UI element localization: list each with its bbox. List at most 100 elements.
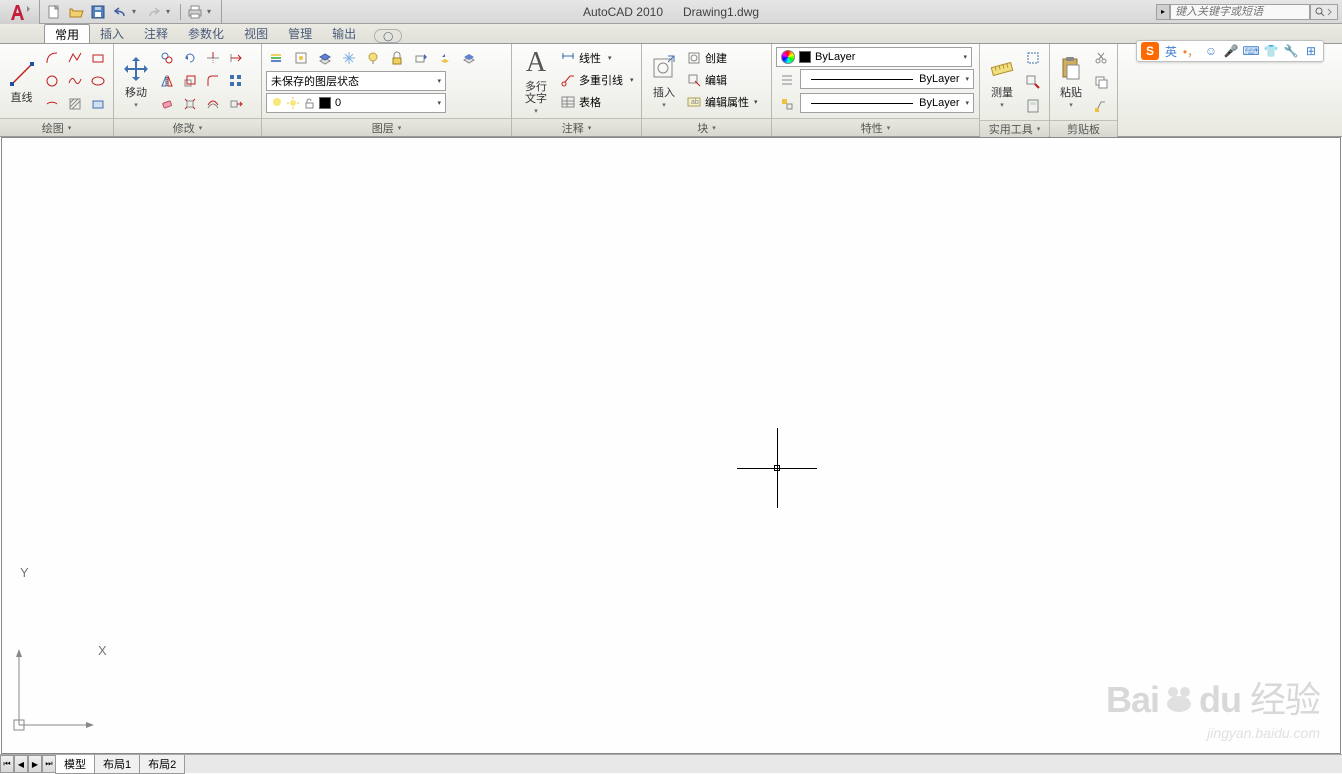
dim-linear-button[interactable]: 线性▾ (558, 47, 636, 69)
trim-icon[interactable] (202, 47, 224, 69)
fillet-icon[interactable] (202, 70, 224, 92)
sheet-tab-layout2[interactable]: 布局2 (139, 755, 185, 774)
qat-redo-icon[interactable] (144, 3, 164, 21)
panel-draw-expand[interactable]: ▾ (68, 124, 72, 132)
layer-lock-icon[interactable] (386, 47, 408, 69)
ime-keyboard-icon[interactable]: ⌨ (1243, 43, 1259, 59)
select-icon[interactable] (1022, 47, 1044, 69)
layer-match-icon[interactable] (410, 47, 432, 69)
ime-punct[interactable]: •， (1183, 43, 1199, 59)
tab-insert[interactable]: 插入 (90, 24, 134, 43)
panel-annotate-expand[interactable]: ▾ (588, 124, 592, 132)
rectangle-icon[interactable] (87, 47, 109, 69)
region-icon[interactable] (87, 93, 109, 115)
panel-layer-expand[interactable]: ▾ (398, 124, 402, 132)
erase-icon[interactable] (156, 93, 178, 115)
list-icon[interactable] (776, 69, 798, 91)
line-button[interactable]: 直线 (4, 47, 39, 115)
rotate-icon[interactable] (179, 47, 201, 69)
tab-output[interactable]: 输出 (322, 24, 366, 43)
qat-undo-icon[interactable] (110, 3, 130, 21)
app-menu-button[interactable] (0, 0, 40, 24)
tab-parametric[interactable]: 参数化 (178, 24, 234, 43)
copy-icon[interactable] (156, 47, 178, 69)
tab-home[interactable]: 常用 (44, 24, 90, 43)
offset-icon[interactable] (202, 93, 224, 115)
tab-nav-last[interactable]: ⏭ (42, 755, 56, 773)
qat-undo-dropdown[interactable]: ▾ (132, 7, 142, 16)
qselect-icon[interactable] (1022, 71, 1044, 93)
ime-mic-icon[interactable]: 🎤 (1223, 43, 1239, 59)
ltype-combo[interactable]: ByLayer ▾ (800, 93, 974, 113)
search-toggle[interactable]: ▸ (1156, 4, 1170, 20)
matchprop-icon[interactable] (776, 93, 798, 115)
mirror-icon[interactable] (156, 70, 178, 92)
tab-view[interactable]: 视图 (234, 24, 278, 43)
ime-skin-icon[interactable]: 👕 (1263, 43, 1279, 59)
ime-logo[interactable]: S (1141, 42, 1159, 60)
panel-utils-expand[interactable]: ▾ (1037, 125, 1041, 133)
sheet-tab-layout1[interactable]: 布局1 (94, 755, 140, 774)
ime-lang[interactable]: 英 (1163, 43, 1179, 59)
scale-icon[interactable] (179, 70, 201, 92)
matchprop2-icon[interactable] (1090, 95, 1112, 117)
arc-icon[interactable] (41, 47, 63, 69)
ime-more-icon[interactable]: ⊞ (1303, 43, 1319, 59)
tab-nav-first[interactable]: ⏮ (0, 755, 14, 773)
panel-modify-expand[interactable]: ▾ (199, 124, 203, 132)
block-attrib-button[interactable]: ab 编辑属性▾ (684, 91, 760, 113)
layer-iso-icon[interactable] (314, 47, 336, 69)
layer-more-icon[interactable] (458, 47, 480, 69)
ime-tool-icon[interactable]: 🔧 (1283, 43, 1299, 59)
polyline-icon[interactable] (64, 47, 86, 69)
mleader-button[interactable]: 多重引线▾ (558, 69, 636, 91)
table-button[interactable]: 表格 (558, 91, 636, 113)
move-button[interactable]: 移动 ▾ (118, 47, 154, 115)
ime-face-icon[interactable]: ☺ (1203, 43, 1219, 59)
sheet-tab-model[interactable]: 模型 (55, 755, 95, 774)
search-input[interactable] (1170, 4, 1310, 20)
block-create-button[interactable]: 创建 (684, 47, 760, 69)
search-button[interactable] (1310, 4, 1338, 20)
tab-manage[interactable]: 管理 (278, 24, 322, 43)
qat-new-icon[interactable] (44, 3, 64, 21)
ime-toolbar[interactable]: S 英 •， ☺ 🎤 ⌨ 👕 🔧 ⊞ (1136, 40, 1324, 62)
extend-icon[interactable] (225, 47, 247, 69)
calc-icon[interactable] (1022, 95, 1044, 117)
spline-icon[interactable] (64, 70, 86, 92)
tab-help[interactable]: ◯ (374, 29, 402, 43)
ellipse-icon[interactable] (87, 70, 109, 92)
tab-annotate[interactable]: 注释 (134, 24, 178, 43)
layer-off-icon[interactable] (362, 47, 384, 69)
layer-current-combo[interactable]: 0 ▾ (266, 93, 446, 113)
array-icon[interactable] (225, 70, 247, 92)
measure-button[interactable]: 测量 ▾ (984, 47, 1020, 115)
copy-clip-icon[interactable] (1090, 71, 1112, 93)
layer-prop-icon[interactable] (266, 47, 288, 69)
qat-print-icon[interactable] (185, 3, 205, 21)
layer-state-combo[interactable]: 未保存的图层状态 ▾ (266, 71, 446, 91)
layer-freeze-icon[interactable] (338, 47, 360, 69)
tab-nav-prev[interactable]: ◀ (14, 755, 28, 773)
ellipse-arc-icon[interactable] (41, 93, 63, 115)
color-combo[interactable]: ByLayer ▾ (776, 47, 972, 67)
layer-prev-icon[interactable] (434, 47, 456, 69)
cut-icon[interactable] (1090, 47, 1112, 69)
block-edit-button[interactable]: 编辑 (684, 69, 760, 91)
qat-redo-dropdown[interactable]: ▾ (166, 7, 176, 16)
lweight-combo[interactable]: ByLayer ▾ (800, 69, 974, 89)
insert-button[interactable]: 插入 ▾ (646, 47, 682, 115)
explode-icon[interactable] (179, 93, 201, 115)
qat-open-icon[interactable] (66, 3, 86, 21)
panel-block-expand[interactable]: ▾ (712, 124, 716, 132)
paste-button[interactable]: 粘贴 ▾ (1054, 47, 1088, 115)
mtext-button[interactable]: A 多行 文字 ▾ (516, 47, 556, 115)
qat-print-dropdown[interactable]: ▾ (207, 7, 217, 16)
circle-icon[interactable] (41, 70, 63, 92)
stretch-icon[interactable] (225, 93, 247, 115)
layer-state-icon[interactable] (290, 47, 312, 69)
qat-save-icon[interactable] (88, 3, 108, 21)
hatch-icon[interactable] (64, 93, 86, 115)
tab-nav-next[interactable]: ▶ (28, 755, 42, 773)
drawing-canvas[interactable]: Y X BaiBaidu 经验du 经验 jingyan.baidu.com (1, 137, 1341, 754)
